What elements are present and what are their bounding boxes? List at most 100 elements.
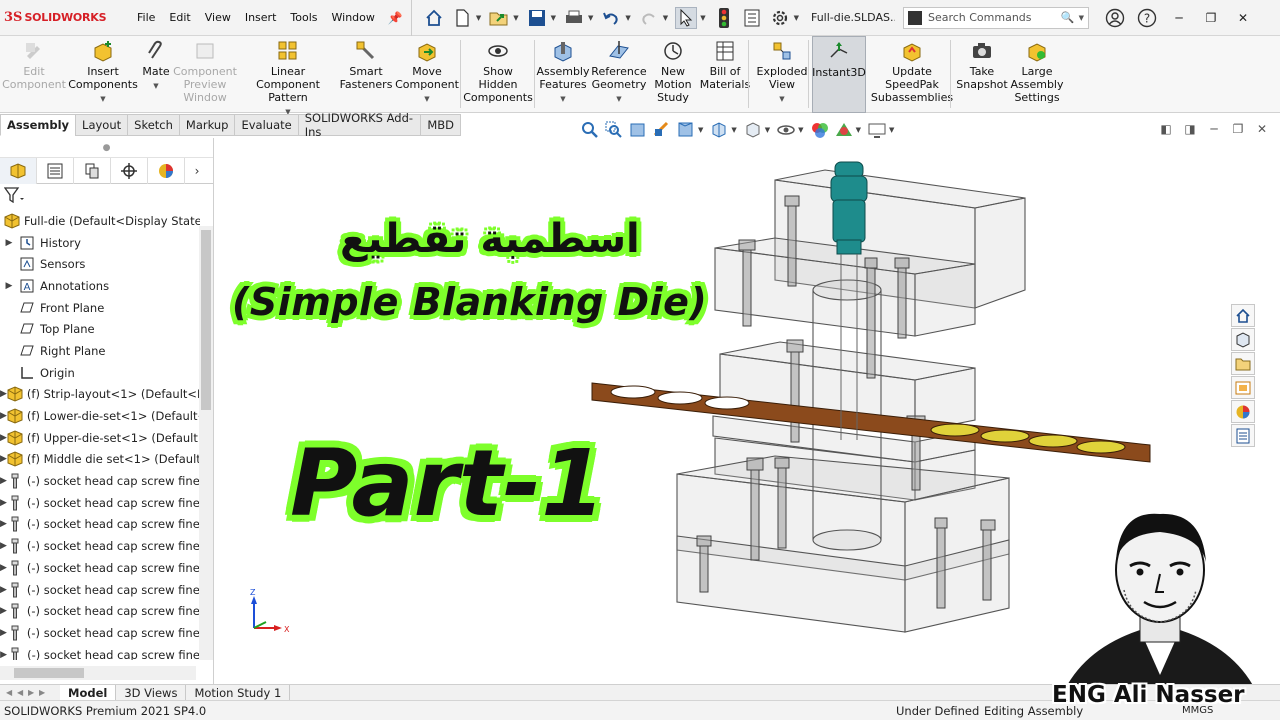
menu-view[interactable]: View — [198, 11, 238, 24]
chevron-down-icon[interactable]: ▼ — [794, 14, 799, 22]
ribbon-component-preview-window-button[interactable]: Component Preview Window — [173, 36, 237, 113]
select-cursor-icon[interactable] — [675, 6, 698, 29]
dynamic-annotation-icon[interactable] — [676, 120, 696, 140]
tree-item[interactable]: ▶ (-) socket head cap screw fine_ — [0, 535, 200, 557]
minimize-document-icon[interactable]: ─ — [1202, 122, 1226, 136]
restore-document-icon[interactable]: ❐ — [1226, 122, 1250, 136]
tree-item[interactable]: Front Plane — [0, 297, 200, 319]
tab-solidworks-add-ins[interactable]: SOLIDWORKS Add-Ins — [297, 111, 422, 139]
chevron-right-icon[interactable]: ▶ — [0, 563, 7, 573]
chevron-right-icon[interactable]: ▶ — [0, 433, 7, 443]
tab-layout[interactable]: Layout — [75, 114, 129, 136]
tab-3d-views[interactable]: 3D Views — [116, 684, 187, 701]
tree-item[interactable]: ▶ (-) socket head cap screw fine_ — [0, 470, 200, 492]
tree-vertical-scrollbar[interactable] — [199, 226, 213, 660]
ribbon-exploded-view-button[interactable]: Exploded View ▼ — [754, 36, 810, 113]
search-icon[interactable]: 🔍 — [1061, 11, 1075, 24]
chevron-right-icon[interactable]: ▶ — [0, 650, 7, 660]
chevron-down-icon[interactable]: ▼ — [476, 14, 481, 22]
chevron-down-icon[interactable]: ▼ — [560, 93, 565, 106]
chevron-down-icon[interactable]: ▼ — [625, 14, 630, 22]
redo-icon[interactable] — [638, 7, 660, 29]
ribbon-take-snapshot-button[interactable]: Take Snapshot — [954, 36, 1010, 113]
ribbon-mate-button[interactable]: Mate ▼ — [140, 36, 172, 113]
chevron-down-icon[interactable]: ▼ — [588, 14, 593, 22]
chevron-right-icon[interactable]: ▶ — [0, 541, 7, 551]
previous-window-icon[interactable]: ◧ — [1154, 122, 1178, 136]
tab-mbd[interactable]: MBD — [420, 114, 461, 136]
chevron-right-icon[interactable]: ▶ — [0, 389, 7, 399]
ribbon-linear-component-pattern-button[interactable]: Linear Component Pattern ▼ — [240, 36, 336, 116]
propertymanager-tab-icon[interactable] — [37, 158, 74, 184]
solidworks-resources-icon[interactable] — [1231, 304, 1255, 327]
hide-show-items-icon[interactable] — [776, 120, 796, 140]
tree-root[interactable]: Full-die (Default<Display State-1>) — [0, 210, 200, 232]
tree-horizontal-scrollbar[interactable] — [0, 666, 196, 680]
menu-insert[interactable]: Insert — [238, 11, 284, 24]
ribbon-new-motion-study-button[interactable]: New Motion Study — [652, 36, 694, 113]
configurationmanager-tab-icon[interactable] — [74, 158, 111, 184]
tab-assembly[interactable]: Assembly — [0, 114, 77, 136]
tree-item[interactable]: Sensors — [0, 253, 200, 275]
chevron-right-icon[interactable]: ▶ — [0, 238, 18, 248]
next-window-icon[interactable]: ◨ — [1178, 122, 1202, 136]
previous-view-icon[interactable] — [628, 120, 648, 140]
print-icon[interactable] — [563, 7, 585, 29]
save-icon[interactable] — [526, 7, 548, 29]
ribbon-reference-geometry-button[interactable]: Reference Geometry ▼ — [590, 36, 648, 113]
view-palette-icon[interactable] — [1231, 376, 1255, 399]
ribbon-large-assembly-settings-button[interactable]: Large Assembly Settings — [1010, 36, 1064, 113]
chevron-down-icon[interactable]: ▼ — [551, 14, 556, 22]
gear-icon[interactable] — [769, 7, 791, 29]
tree-item[interactable]: ▶ (-) socket head cap screw fine_ — [0, 514, 200, 536]
tree-item[interactable]: ▶ (f) Middle die set<1> (Default< — [0, 449, 200, 471]
menu-edit[interactable]: Edit — [162, 11, 197, 24]
tab-markup[interactable]: Markup — [178, 114, 236, 136]
tab-motion-study[interactable]: Motion Study 1 — [186, 684, 291, 701]
ribbon-update-speedpak-subassemblies-button[interactable]: Update SpeedPak Subassemblies — [870, 36, 954, 113]
scrollbar-thumb[interactable] — [14, 668, 84, 678]
chevron-right-icon[interactable]: ▶ — [0, 606, 7, 616]
first-tab-icon[interactable]: ◀ — [6, 688, 17, 697]
tree-item[interactable]: ▶ (-) socket head cap screw fine_ — [0, 622, 200, 644]
chevron-right-icon[interactable]: › — [185, 158, 209, 183]
ribbon-edit-component-button[interactable]: Edit Component — [2, 36, 66, 113]
chevron-right-icon[interactable]: ▶ — [0, 498, 7, 508]
chevron-right-icon[interactable]: ▶ — [0, 476, 7, 486]
previous-tab-icon[interactable]: ◀ — [17, 688, 28, 697]
ribbon-move-component-button[interactable]: Move Component ▼ — [394, 36, 460, 113]
tab-model[interactable]: Model — [60, 684, 117, 701]
chevron-down-icon[interactable]: ▼ — [513, 14, 518, 22]
dimxpertmanager-tab-icon[interactable] — [111, 158, 148, 184]
tree-item[interactable]: ▶ (-) socket head cap screw fine_ — [0, 579, 200, 601]
chevron-down-icon[interactable]: ▼ — [153, 80, 158, 93]
ribbon-assembly-features-button[interactable]: Assembly Features ▼ — [536, 36, 590, 113]
chevron-right-icon[interactable]: ▶ — [0, 519, 7, 529]
ribbon-insert-components-button[interactable]: Insert Components ▼ — [66, 36, 140, 113]
chevron-down-icon[interactable]: ▼ — [1079, 14, 1084, 22]
menu-window[interactable]: Window — [325, 11, 382, 24]
appearances-icon[interactable] — [1231, 400, 1255, 423]
ribbon-show-hidden-components-button[interactable]: Show Hidden Components — [462, 36, 534, 113]
menu-tools[interactable]: Tools — [283, 11, 324, 24]
tree-item[interactable]: ▶ (-) socket head cap screw fine_ — [0, 600, 200, 622]
solidworks-logo[interactable]: 3S SOLIDWORKS — [0, 10, 122, 25]
chevron-down-icon[interactable]: ▼ — [700, 14, 705, 22]
file-explorer-icon[interactable] — [1231, 352, 1255, 375]
chevron-down-icon[interactable]: ▼ — [100, 93, 105, 106]
chevron-right-icon[interactable]: ▶ — [0, 454, 7, 464]
tree-item[interactable]: ▶ (f) Lower-die-set<1> (Default< — [0, 405, 200, 427]
chevron-down-icon[interactable]: ▼ — [765, 126, 770, 134]
home-icon[interactable] — [423, 7, 445, 29]
design-library-icon[interactable] — [1231, 328, 1255, 351]
zoom-to-area-icon[interactable] — [604, 120, 624, 140]
ribbon-smart-fasteners-button[interactable]: Smart Fasteners — [340, 36, 392, 113]
new-document-icon[interactable] — [451, 7, 473, 29]
featuremanager-tab-icon[interactable] — [0, 158, 37, 184]
search-commands-input[interactable]: Search Commands 🔍 ▼ — [902, 6, 1089, 29]
close-icon[interactable]: ✕ — [1227, 11, 1259, 25]
traffic-light-icon[interactable] — [713, 7, 735, 29]
open-folder-icon[interactable] — [488, 7, 510, 29]
chevron-right-icon[interactable]: ▶ — [0, 585, 7, 595]
ribbon-instant3d-button[interactable]: Instant3D — [812, 36, 866, 113]
